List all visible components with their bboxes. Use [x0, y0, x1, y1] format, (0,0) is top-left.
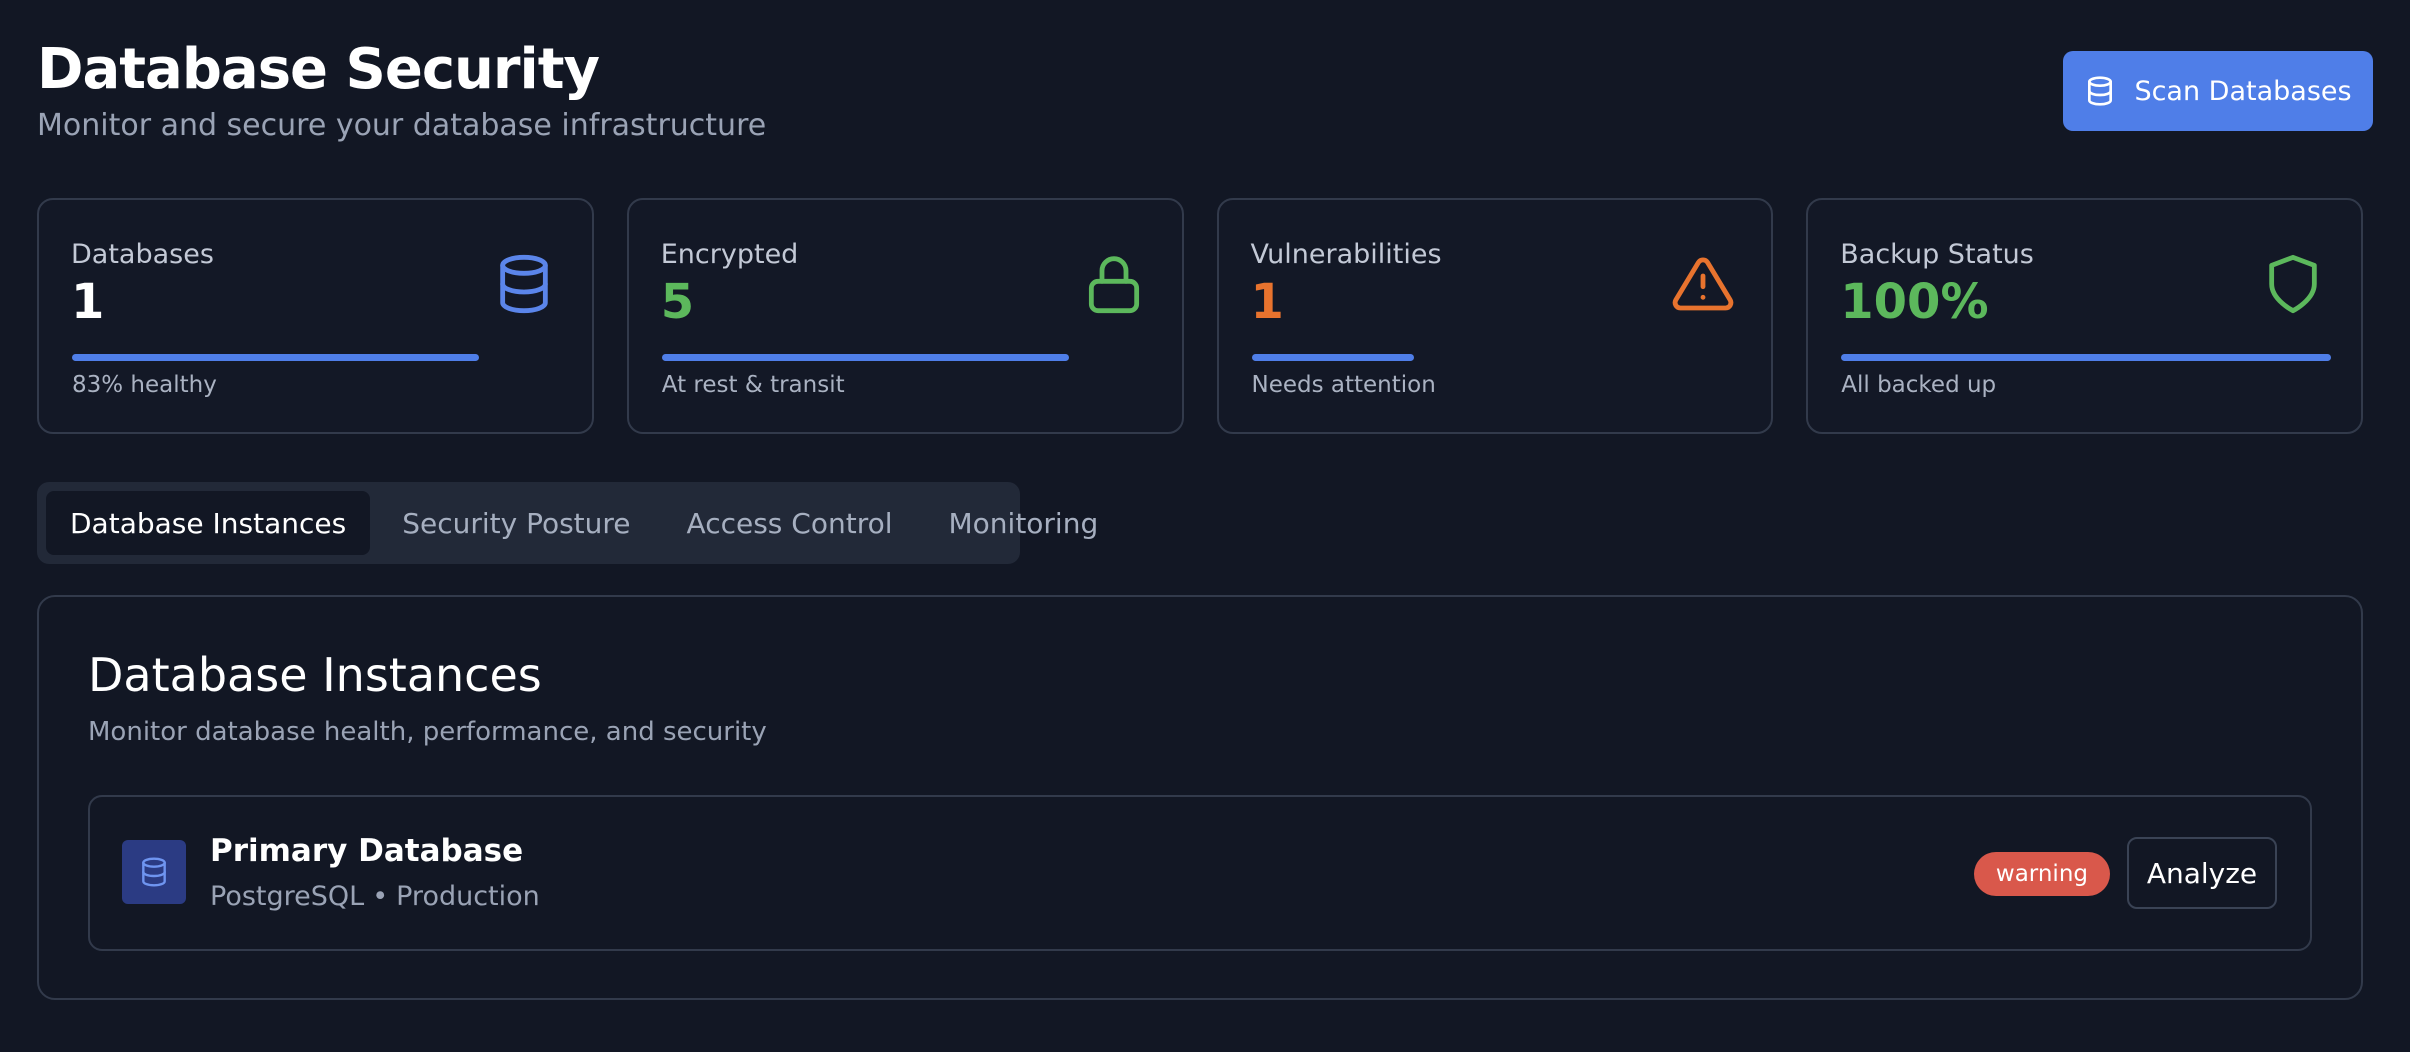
page: Database Security Monitor and secure you…: [0, 0, 2410, 1052]
tab-monitoring[interactable]: Monitoring: [925, 491, 1123, 555]
stat-label: Backup Status: [1840, 239, 2034, 270]
database-icon: [142, 857, 166, 887]
tab-database-instances[interactable]: Database Instances: [46, 491, 371, 555]
scan-databases-label: Scan Databases: [2134, 75, 2352, 107]
stat-label: Encrypted: [660, 239, 799, 270]
panel-subtitle: Monitor database health, performance, an…: [88, 717, 767, 747]
panel-title: Database Instances: [88, 648, 542, 702]
stat-progress-bar: [661, 354, 1069, 361]
stat-card-backup-status: Backup Status 100% All backed up: [1806, 198, 2363, 434]
database-instance-icon-box: [122, 840, 186, 904]
page-header: Database Security Monitor and secure you…: [37, 36, 2373, 156]
page-title: Database Security: [37, 37, 600, 102]
warning-icon: [1673, 257, 1734, 311]
stat-label: Vulnerabilities: [1250, 239, 1442, 270]
scan-databases-button[interactable]: Scan Databases: [2063, 51, 2373, 131]
database-icon: [500, 254, 548, 314]
stat-label: Databases: [71, 239, 214, 270]
stat-value: 1: [71, 274, 105, 330]
stat-note: At rest & transit: [661, 372, 845, 398]
database-instance-row: Primary Database PostgreSQL • Production w…: [88, 795, 2312, 951]
tab-access-control[interactable]: Access Control: [663, 491, 917, 555]
stats-row: Databases 1 83% healthy Encrypted 5 At r…: [37, 198, 2363, 434]
shield-icon: [2269, 254, 2317, 314]
stat-note: 83% healthy: [72, 372, 217, 398]
database-name: Primary Database: [210, 833, 524, 869]
stat-progress-bar: [1841, 354, 2332, 361]
stat-value: 1: [1250, 274, 1284, 330]
stat-value: 100%: [1840, 274, 1989, 330]
database-instances-panel: Database Instances Monitor database heal…: [37, 595, 2363, 1000]
database-meta: PostgreSQL • Production: [210, 881, 540, 912]
stat-note: All backed up: [1841, 372, 1997, 398]
stat-progress-bar: [72, 354, 479, 361]
database-engine: PostgreSQL: [210, 881, 365, 912]
page-subtitle: Monitor and secure your database infrast…: [37, 108, 767, 143]
lock-icon: [1088, 256, 1139, 314]
stat-note: Needs attention: [1251, 372, 1436, 398]
database-environment: Production: [396, 881, 540, 912]
stat-card-databases: Databases 1 83% healthy: [37, 198, 594, 434]
stat-value: 5: [660, 274, 695, 330]
tab-security-posture[interactable]: Security Posture: [378, 491, 654, 555]
analyze-button[interactable]: Analyze: [2127, 837, 2277, 909]
stat-card-vulnerabilities: Vulnerabilities 1 Needs attention: [1216, 198, 1774, 434]
meta-separator: •: [372, 881, 389, 912]
stat-progress-bar: [1251, 354, 1414, 361]
database-icon: [2088, 76, 2113, 106]
status-badge: warning: [1973, 852, 2110, 896]
stat-card-encrypted: Encrypted 5 At rest & transit: [626, 198, 1184, 434]
tab-bar: Database Instances Security Posture Acce…: [37, 482, 1098, 564]
